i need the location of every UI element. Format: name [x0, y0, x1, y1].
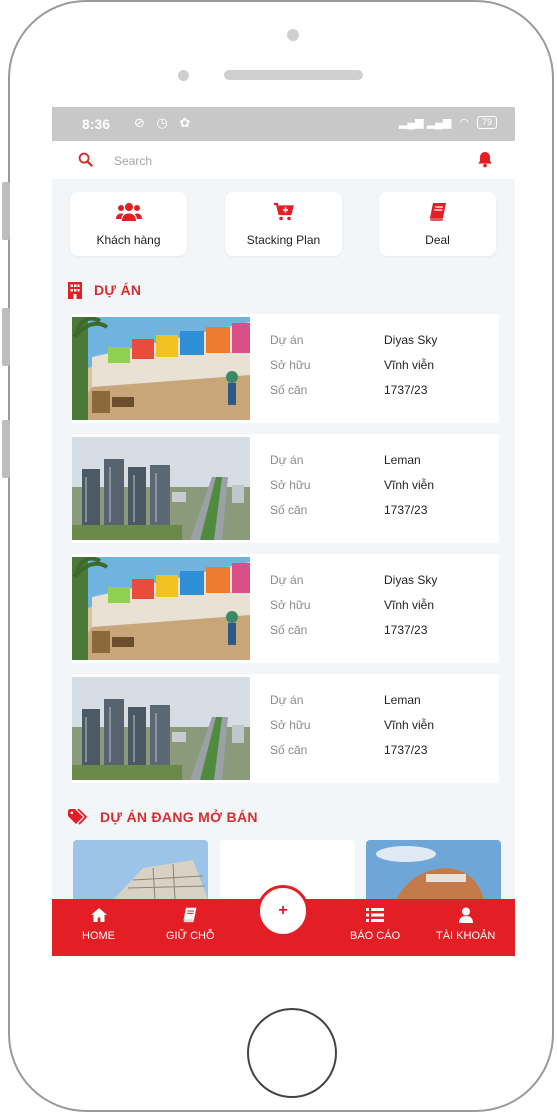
wifi-icon: ◠: [459, 117, 469, 129]
front-camera: [287, 29, 299, 41]
search-input[interactable]: [112, 151, 416, 171]
field-key: Số căn: [270, 383, 308, 397]
on-sale-card[interactable]: [73, 840, 208, 900]
nav-label: HOME: [82, 930, 115, 942]
list-icon: [366, 908, 385, 922]
field-value: Leman: [384, 453, 421, 467]
field-key: Dự án: [270, 573, 304, 587]
field-key: Sở hữu: [270, 478, 311, 492]
field-value: Diyas Sky: [384, 573, 438, 587]
shopfront-street-image: [72, 557, 250, 660]
towers-highway-image: [72, 677, 250, 780]
field-value: 1737/23: [384, 383, 428, 397]
volume-down-button[interactable]: [2, 420, 10, 478]
nav-item-reports[interactable]: BÁO CÁO: [350, 907, 400, 942]
home-hardware-button[interactable]: [247, 1008, 337, 1098]
on-sale-card[interactable]: [366, 840, 501, 900]
field-key: Sở hữu: [270, 718, 311, 732]
signal-icon: ▂▄▆ ▂▄▆: [398, 117, 452, 129]
shopfront-street-image: [72, 317, 250, 420]
nav-item-account[interactable]: TÀI KHOẢN: [436, 907, 495, 942]
add-button[interactable]: +: [257, 885, 309, 937]
quick-action-label: Stacking Plan: [246, 233, 321, 247]
field-key: Số căn: [270, 503, 308, 517]
battery-icon: 79: [476, 116, 497, 129]
tower-sky-image: [366, 840, 501, 900]
field-key: Số căn: [270, 743, 308, 757]
project-card[interactable]: Dự án Leman Sở hữu Vĩnh viễn Số căn 1737/23: [72, 434, 499, 543]
building-icon: [68, 281, 82, 299]
earpiece-speaker: [224, 70, 363, 80]
nav-label: TÀI KHOẢN: [436, 930, 496, 942]
book-icon: [183, 907, 197, 923]
mute-switch[interactable]: [2, 182, 10, 240]
field-value: Diyas Sky: [384, 333, 438, 347]
cart-plus-icon: [225, 202, 342, 222]
field-value: Vĩnh viễn: [384, 478, 435, 492]
field-value: Vĩnh viễn: [384, 358, 435, 372]
quick-action-stacking-plan[interactable]: Stacking Plan: [225, 192, 342, 256]
towers-highway-image: [72, 437, 250, 540]
users-icon: [70, 202, 187, 222]
status-bar: 8:36 ⊘ ◷ ✿ ▂▄▆ ▂▄▆ ◠ 79: [52, 107, 515, 141]
field-value: 1737/23: [384, 743, 428, 757]
nav-item-reserve[interactable]: GIỮ CHỖ: [166, 907, 215, 942]
user-icon: [458, 907, 473, 923]
field-value: Leman: [384, 693, 421, 707]
book-icon: [379, 202, 496, 222]
quick-action-deal[interactable]: Deal: [379, 192, 496, 256]
nav-label: GIỮ CHỖ: [166, 930, 215, 942]
search-bar: [52, 141, 515, 179]
search-icon[interactable]: [78, 152, 93, 172]
proximity-sensor: [178, 70, 189, 81]
quick-action-customers[interactable]: Khách hàng: [70, 192, 187, 256]
status-notification-icons: ⊘ ◷ ✿: [134, 115, 195, 130]
bottom-nav: HOME GIỮ CHỖ + BÁO CÁO TÀI KHOẢN: [52, 885, 515, 956]
field-value: Vĩnh viễn: [384, 718, 435, 732]
volume-up-button[interactable]: [2, 308, 10, 366]
high-rise-image: [73, 840, 208, 900]
field-key: Dự án: [270, 453, 304, 467]
section-title: DỰ ÁN: [94, 282, 142, 298]
status-right-icons: ▂▄▆ ▂▄▆ ◠ 79: [399, 116, 497, 129]
nav-item-home[interactable]: HOME: [82, 907, 115, 942]
field-key: Dự án: [270, 693, 304, 707]
project-card[interactable]: Dự án Leman Sở hữu Vĩnh viễn Số căn 1737/23: [72, 674, 499, 783]
nav-label: BÁO CÁO: [350, 930, 401, 942]
field-value: Vĩnh viễn: [384, 598, 435, 612]
tags-icon: [68, 809, 88, 825]
projects-section-header: DỰ ÁN: [68, 280, 141, 300]
field-key: Số căn: [270, 623, 308, 637]
project-card[interactable]: Dự án Diyas Sky Sở hữu Vĩnh viễn Số căn 173…: [72, 554, 499, 663]
field-key: Dự án: [270, 333, 304, 347]
bell-icon[interactable]: [477, 151, 493, 173]
app-screen: 8:36 ⊘ ◷ ✿ ▂▄▆ ▂▄▆ ◠ 79 Khách hàng Stack…: [52, 107, 515, 956]
field-key: Sở hữu: [270, 598, 311, 612]
on-sale-section-header: DỰ ÁN ĐANG MỞ BÁN: [68, 807, 258, 827]
quick-action-label: Deal: [425, 233, 450, 247]
field-value: 1737/23: [384, 623, 428, 637]
field-value: 1737/23: [384, 503, 428, 517]
project-card[interactable]: Dự án Diyas Sky Sở hữu Vĩnh viễn Số căn 173…: [72, 314, 499, 423]
status-time: 8:36: [82, 116, 111, 132]
section-title: DỰ ÁN ĐANG MỞ BÁN: [100, 809, 258, 825]
field-key: Sở hữu: [270, 358, 311, 372]
home-icon: [90, 908, 107, 922]
quick-action-label: Khách hàng: [96, 233, 161, 247]
